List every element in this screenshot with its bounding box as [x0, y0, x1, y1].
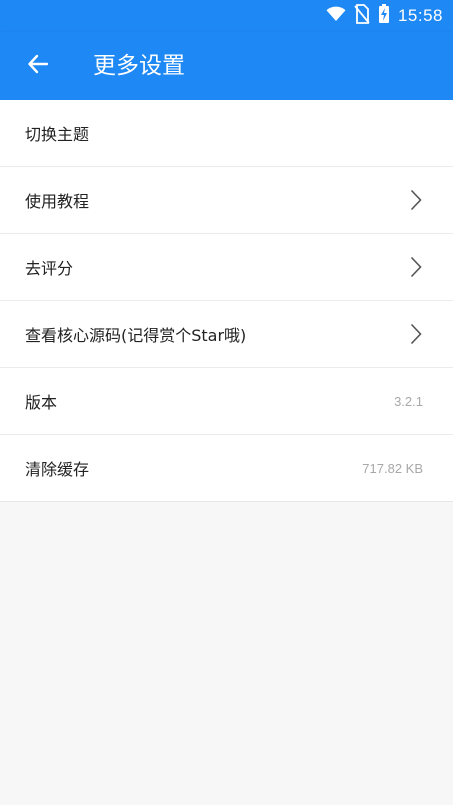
status-time: 15:58 [397, 6, 443, 25]
wifi-icon [326, 6, 346, 26]
setting-rate[interactable]: 去评分 [0, 234, 453, 301]
no-sim-icon [354, 4, 370, 28]
app-bar: 更多设置 [0, 32, 453, 100]
chevron-right-icon [409, 256, 423, 278]
setting-switch-theme[interactable]: 切换主题 [0, 100, 453, 167]
settings-screen: 15:58 更多设置 切换主题 使用教程 去评分 查看核心源码(记得赏个Star… [0, 0, 453, 805]
setting-label: 清除缓存 [25, 460, 90, 479]
setting-tutorial[interactable]: 使用教程 [0, 167, 453, 234]
setting-label: 版本 [25, 393, 58, 412]
battery-charging-icon [378, 4, 390, 28]
setting-source-code[interactable]: 查看核心源码(记得赏个Star哦) [0, 301, 453, 368]
status-bar: 15:58 [0, 0, 453, 32]
setting-label: 查看核心源码(记得赏个Star哦) [25, 326, 247, 345]
status-icons: 15:58 [326, 4, 443, 28]
page-title: 更多设置 [93, 53, 185, 79]
settings-list: 切换主题 使用教程 去评分 查看核心源码(记得赏个Star哦) 版本 3.2.1… [0, 100, 453, 502]
cache-size-value: 717.82 KB [362, 460, 423, 476]
arrow-left-icon [27, 53, 49, 79]
setting-label: 使用教程 [25, 192, 90, 211]
setting-label: 去评分 [25, 259, 74, 278]
chevron-right-icon [409, 189, 423, 211]
chevron-right-icon [409, 323, 423, 345]
version-value: 3.2.1 [394, 393, 423, 409]
setting-label: 切换主题 [25, 125, 90, 144]
setting-version[interactable]: 版本 3.2.1 [0, 368, 453, 435]
back-button[interactable] [22, 50, 54, 82]
setting-clear-cache[interactable]: 清除缓存 717.82 KB [0, 435, 453, 502]
